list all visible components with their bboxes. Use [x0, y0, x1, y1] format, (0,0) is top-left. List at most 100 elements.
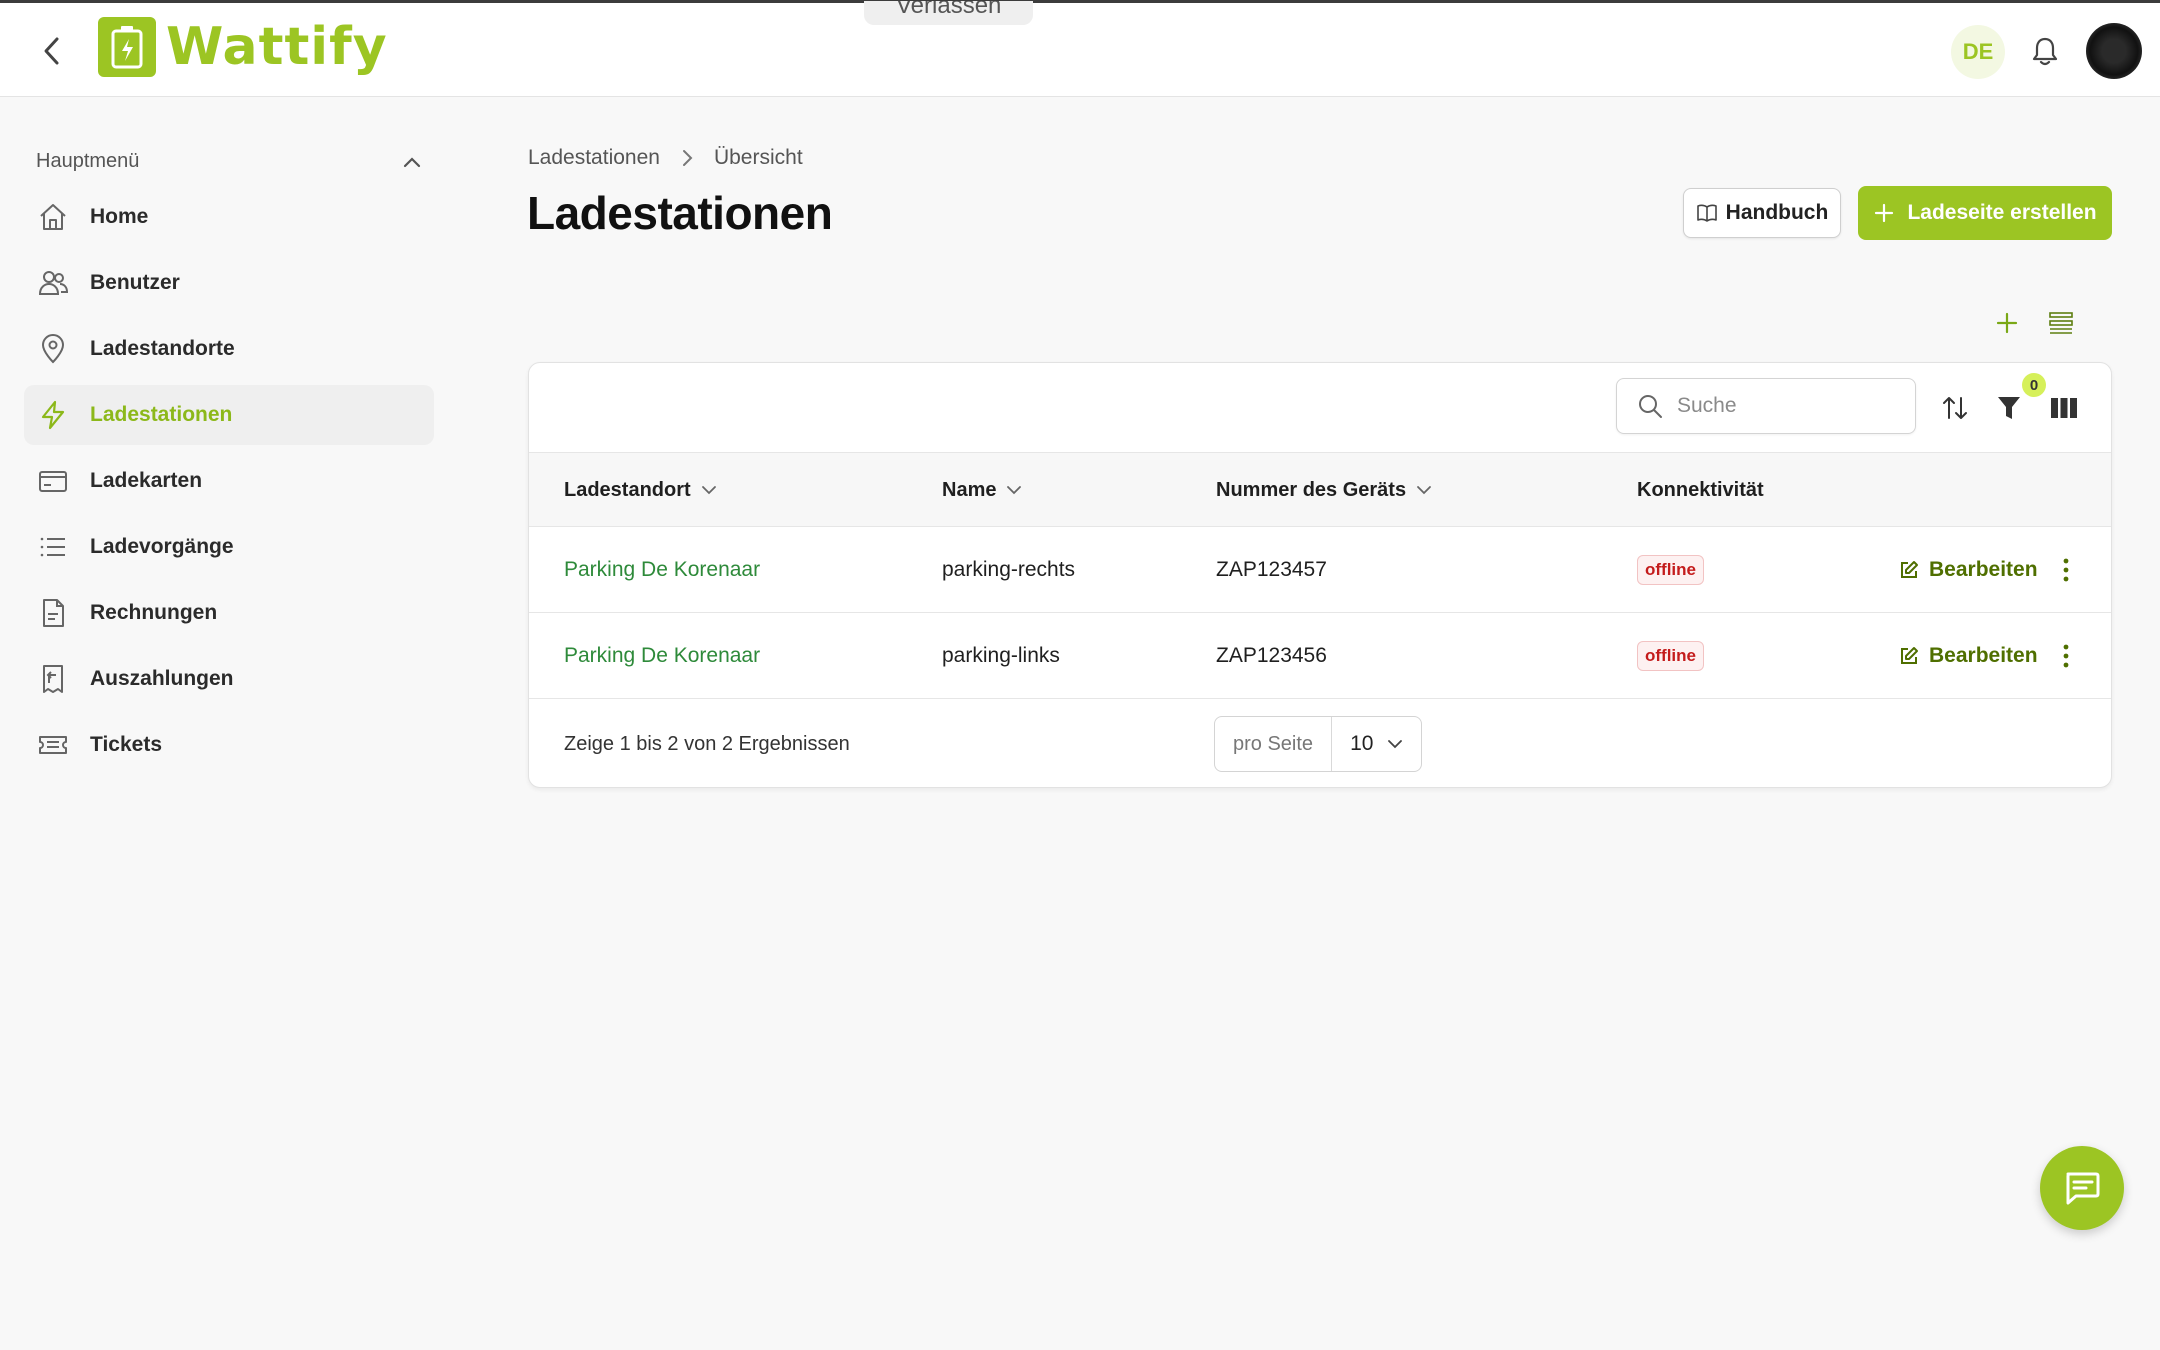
main-menu-header[interactable]: Hauptmenü: [24, 150, 434, 173]
more-vertical-icon: [2063, 644, 2069, 668]
main-menu-label: Hauptmenü: [36, 150, 140, 172]
sidebar-item-ladestationen[interactable]: Ladestationen: [24, 385, 434, 445]
plus-icon: [1996, 312, 2018, 334]
impersonation-bar: Verlassen: [840, 1, 1034, 25]
chat-button[interactable]: [2040, 1146, 2124, 1230]
density-button[interactable]: [2044, 306, 2078, 340]
search-input[interactable]: [1677, 394, 1897, 418]
location-link[interactable]: Parking De Korenaar: [564, 527, 760, 613]
users-icon: [36, 266, 70, 300]
chevron-down-icon: [1388, 740, 1403, 749]
column-header-connectivity: Konnektivität: [1637, 453, 1764, 527]
manual-button[interactable]: Handbuch: [1683, 188, 1841, 238]
battery-icon: [98, 17, 156, 77]
brand-name: Wattify: [166, 17, 388, 77]
plus-icon: [1875, 203, 1894, 223]
actions-cell: Bearbeiten: [1899, 527, 2038, 613]
breadcrumb: Ladestationen Übersicht: [528, 146, 803, 170]
search-box: [1616, 378, 1916, 434]
edit-button[interactable]: Bearbeiten: [1899, 644, 2038, 668]
sidebar-item-rechnungen[interactable]: Rechnungen: [24, 583, 434, 643]
back-button[interactable]: [34, 33, 70, 69]
table-footer: Zeige 1 bis 2 von 2 Ergebnissen pro Seit…: [529, 699, 2111, 787]
filter-button[interactable]: [1992, 391, 2026, 425]
table-row: Parking De Korenaar parking-links ZAP123…: [529, 613, 2111, 699]
chevron-down-icon: [1417, 486, 1431, 495]
brand-logo[interactable]: Wattify: [98, 15, 388, 79]
document-icon: [36, 596, 70, 630]
column-header-name[interactable]: Name: [942, 453, 1022, 527]
more-vertical-icon: [2063, 558, 2069, 582]
manual-button-label: Handbuch: [1725, 201, 1829, 224]
sidebar-item-ladestandorte[interactable]: Ladestandorte: [24, 319, 434, 379]
sidebar-item-label: Ladevorgänge: [90, 535, 234, 558]
map-pin-icon: [36, 332, 70, 366]
search-icon: [1639, 395, 1662, 418]
chevron-left-icon: [44, 37, 59, 65]
per-page-value: 10: [1350, 732, 1374, 755]
chevron-down-icon: [1007, 486, 1022, 495]
sidebar-item-tickets[interactable]: Tickets: [24, 715, 434, 775]
station-name: parking-rechts: [942, 558, 1076, 581]
card-icon: [36, 464, 70, 498]
rows-icon: [2049, 312, 2073, 334]
table-header: Ladestandort Name Nummer des Geräts Konn…: [529, 453, 2111, 527]
breadcrumb-ladestationen[interactable]: Ladestationen: [528, 146, 660, 170]
sort-button[interactable]: [1938, 391, 1972, 425]
columns-button[interactable]: [2047, 391, 2081, 425]
edit-button-label: Bearbeiten: [1929, 558, 2038, 581]
column-label: Nummer des Geräts: [1216, 478, 1407, 501]
column-header-ladestandort[interactable]: Ladestandort: [564, 453, 717, 527]
column-label: Konnektivität: [1637, 478, 1764, 501]
book-icon: [1696, 204, 1717, 222]
sidebar-item-auszahlungen[interactable]: Auszahlungen: [24, 649, 434, 709]
filter-icon: [1998, 397, 2020, 419]
sidebar-item-label: Ladekarten: [90, 469, 203, 492]
station-name: parking-links: [942, 644, 1060, 667]
bell-icon: [2032, 37, 2058, 66]
column-label: Ladestandort: [564, 478, 691, 501]
edit-button[interactable]: Bearbeiten: [1899, 558, 2038, 582]
sidebar-item-ladekarten[interactable]: Ladekarten: [24, 451, 434, 511]
row-menu-button[interactable]: [2056, 550, 2076, 590]
location-link[interactable]: Parking De Korenaar: [564, 613, 760, 699]
home-icon: [36, 200, 70, 234]
create-charging-page-button[interactable]: Ladeseite erstellen: [1858, 186, 2112, 240]
device-number: ZAP123456: [1216, 644, 1327, 667]
notifications-button[interactable]: [2027, 33, 2063, 69]
device-number: ZAP123457: [1216, 558, 1327, 581]
breadcrumb-current: Übersicht: [713, 146, 803, 169]
chevron-down-icon: [701, 486, 716, 495]
language-switch[interactable]: DE: [1951, 25, 2005, 79]
stations-table-card: 0 Ladestandort Name Nummer des Geräts Ko…: [528, 362, 2112, 788]
columns-icon: [2051, 398, 2077, 418]
sidebar-item-label: Tickets: [90, 733, 162, 756]
connectivity-cell: offline: [1637, 527, 1704, 613]
chevron-right-icon: [682, 150, 693, 166]
row-menu-cell: [2056, 613, 2076, 699]
per-page-control: pro Seite 10: [1214, 716, 1423, 772]
column-header-device-number[interactable]: Nummer des Geräts: [1216, 453, 1432, 527]
top-bar: Wattify Verlassen DE: [0, 0, 2160, 97]
receipt-icon: [36, 662, 70, 696]
connectivity-cell: offline: [1637, 613, 1704, 699]
sidebar-item-benutzer[interactable]: Benutzer: [24, 253, 434, 313]
sidebar-item-home[interactable]: Home: [24, 187, 434, 247]
sidebar-item-label: Ladestandorte: [90, 337, 235, 360]
row-menu-cell: [2056, 527, 2076, 613]
table-toolbar: 0: [529, 363, 2111, 453]
sort-icon: [1943, 397, 1967, 419]
per-page-select[interactable]: 10: [1332, 717, 1421, 771]
add-button[interactable]: [1990, 306, 2024, 340]
sidebar-item-label: Benutzer: [90, 271, 180, 294]
sidebar-item-label: Home: [90, 205, 149, 228]
leave-button[interactable]: Verlassen: [864, 1, 1034, 25]
edit-button-label: Bearbeiten: [1929, 644, 2038, 667]
chevron-up-icon: [403, 156, 421, 167]
status-badge: offline: [1637, 555, 1704, 585]
actions-cell: Bearbeiten: [1899, 613, 2038, 699]
filter-count-badge: 0: [2022, 373, 2046, 397]
row-menu-button[interactable]: [2056, 636, 2076, 676]
sidebar-item-ladevorgaenge[interactable]: Ladevorgänge: [24, 517, 434, 577]
user-avatar[interactable]: [2086, 23, 2142, 79]
